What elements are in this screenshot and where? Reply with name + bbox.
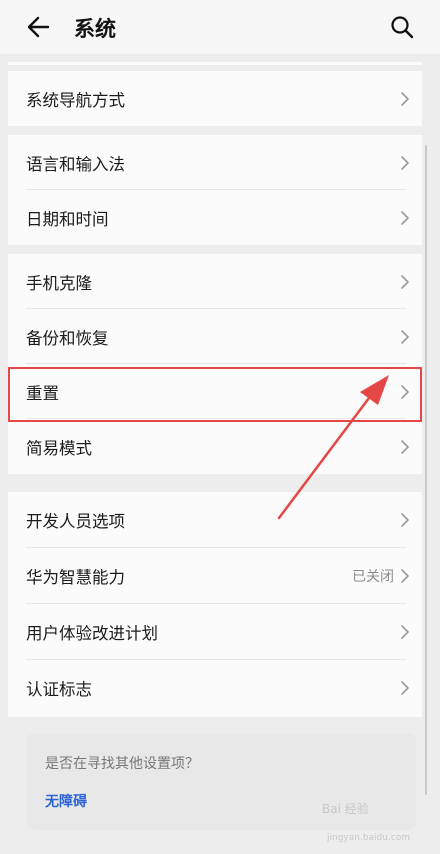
chevron-right-icon xyxy=(401,329,409,344)
chevron-right-icon xyxy=(401,210,409,225)
settings-item-label: 手机克隆 xyxy=(26,273,92,293)
suggestion-question: 是否在寻找其他设置项？ xyxy=(45,756,199,772)
settings-item-label: 开发人员选项 xyxy=(26,512,125,531)
watermark-url: jingyan.baidu.com xyxy=(327,833,411,843)
page-title: 系统 xyxy=(74,17,116,41)
status-value: 已关闭 xyxy=(352,569,394,585)
settings-item-label: 用户体验改进计划 xyxy=(26,624,158,643)
settings-item-language[interactable]: 语言和输入法 xyxy=(8,135,422,190)
settings-group: 手机克隆 备份和恢复 重置 简易模式 xyxy=(8,254,422,474)
settings-item-label: 日期和时间 xyxy=(26,209,109,229)
settings-item-backup[interactable]: 备份和恢复 xyxy=(8,309,422,364)
divider xyxy=(8,62,422,65)
chevron-right-icon xyxy=(401,513,409,527)
settings-item-label: 简易模式 xyxy=(26,438,92,458)
watermark: Bai 经验 xyxy=(322,802,369,816)
settings-group: 系统导航方式 xyxy=(8,71,422,126)
settings-item-phone-clone[interactable]: 手机克隆 xyxy=(8,254,422,309)
chevron-right-icon xyxy=(401,681,409,695)
settings-item-simple-mode[interactable]: 简易模式 xyxy=(8,419,422,474)
settings-item-developer-options[interactable]: 开发人员选项 xyxy=(8,492,422,548)
chevron-right-icon xyxy=(401,155,409,170)
settings-item-certification[interactable]: 认证标志 xyxy=(8,660,422,716)
accessibility-link[interactable]: 无障碍 xyxy=(45,791,87,811)
back-arrow-icon[interactable] xyxy=(26,14,52,40)
chevron-right-icon xyxy=(401,439,409,454)
chevron-right-icon xyxy=(401,569,409,583)
settings-item-label: 华为智慧能力 xyxy=(26,568,125,587)
settings-group: 开发人员选项 华为智慧能力 已关闭 用户体验改进计划 认证标志 xyxy=(8,492,422,717)
settings-item-label: 语言和输入法 xyxy=(26,154,125,174)
settings-group: 语言和输入法 日期和时间 xyxy=(8,135,422,245)
settings-item-label: 认证标志 xyxy=(26,680,92,699)
chevron-right-icon xyxy=(401,91,409,106)
settings-item-date-time[interactable]: 日期和时间 xyxy=(8,190,422,245)
chevron-right-icon xyxy=(401,625,409,639)
settings-item-label: 备份和恢复 xyxy=(26,328,109,348)
app-header: 系统 xyxy=(0,0,440,54)
highlight-box xyxy=(8,367,422,422)
settings-item-navigation[interactable]: 系统导航方式 xyxy=(8,71,422,126)
search-icon[interactable] xyxy=(390,15,414,39)
settings-item-huawei-intelligence[interactable]: 华为智慧能力 已关闭 xyxy=(8,548,422,604)
settings-item-user-experience[interactable]: 用户体验改进计划 xyxy=(8,604,422,660)
settings-item-label: 系统导航方式 xyxy=(26,90,125,110)
chevron-right-icon xyxy=(401,274,409,289)
scrollbar[interactable] xyxy=(425,145,427,795)
